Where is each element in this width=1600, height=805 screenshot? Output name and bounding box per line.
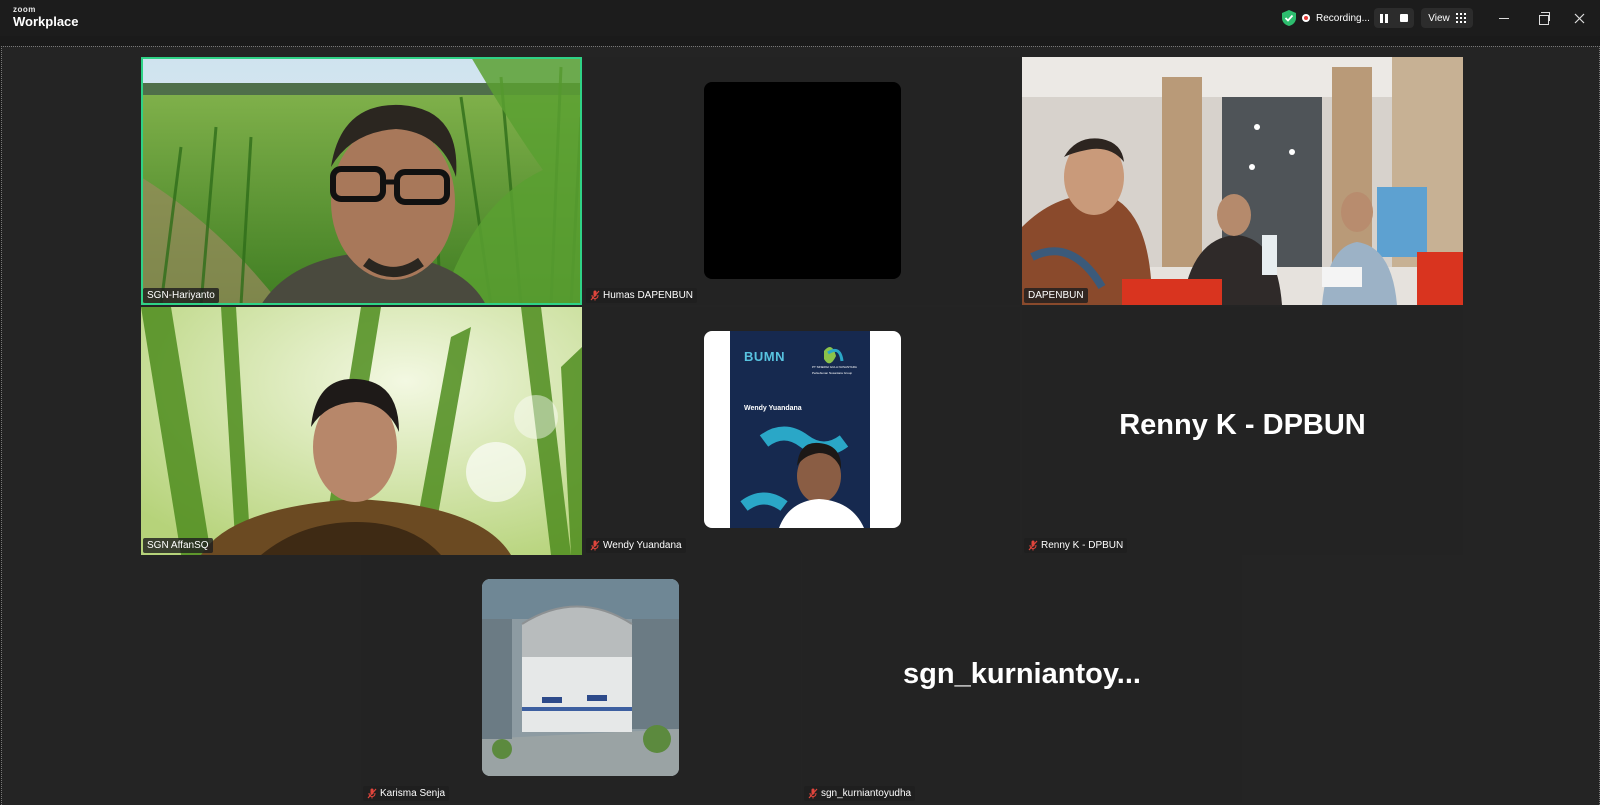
video-tile-sgn-kurniantoyudha[interactable]: sgn_kurniantoy... sgn_kurniantoyudha	[802, 555, 1242, 803]
video-tile-renny-k-dpbun[interactable]: Renny K - DPBUN Renny K - DPBUN	[1022, 307, 1463, 555]
video-tile-karisma-senja[interactable]: Karisma Senja	[361, 555, 801, 803]
participant-name-tag: sgn_kurniantoyudha	[804, 786, 916, 801]
recording-controls	[1374, 8, 1414, 28]
restore-icon	[1539, 11, 1550, 25]
stop-recording-icon[interactable]	[1400, 14, 1408, 22]
video-tile-wendy-yuandana[interactable]: BUMN PT SINERGI GULA NUSANTARA Perkebuna…	[584, 307, 1020, 555]
avatar-person-name: Wendy Yuandana	[744, 405, 802, 412]
view-label: View	[1428, 12, 1450, 24]
participant-name-tag: Humas DAPENBUN	[586, 288, 698, 303]
muted-microphone-icon	[1028, 540, 1038, 551]
participant-name-tag: SGN AffanSQ	[143, 538, 213, 553]
view-button[interactable]: View	[1421, 8, 1473, 28]
restore-button[interactable]	[1530, 6, 1558, 30]
video-tile-humas-dapenbun[interactable]: Humas DAPENBUN	[584, 57, 1020, 305]
zoom-workplace-logo: zoom Workplace	[13, 5, 79, 29]
participant-display-name: Renny K - DPBUN	[1119, 409, 1366, 441]
close-button[interactable]	[1565, 6, 1593, 30]
pause-recording-icon[interactable]	[1380, 13, 1388, 23]
participant-name-tag: Karisma Senja	[363, 786, 450, 801]
company-sub-label: Perkebunan Nusantara Group	[812, 371, 853, 375]
close-icon	[1574, 13, 1584, 23]
minimize-icon	[1499, 17, 1509, 19]
participant-name-tag: DAPENBUN	[1024, 288, 1088, 303]
video-tile-sgn-hariyanto[interactable]: SGN-Hariyanto	[141, 57, 582, 305]
grid-icon	[1455, 13, 1466, 23]
record-dot-icon	[1302, 14, 1310, 22]
video-gallery: SGN-Hariyanto Humas DAPENBUN DAPENBUN SG…	[1, 46, 1600, 805]
video-tile-sgn-affansq[interactable]: SGN AffanSQ	[141, 307, 582, 555]
participant-video	[141, 307, 582, 555]
participant-name-tag: Wendy Yuandana	[586, 538, 686, 553]
participant-avatar	[482, 579, 679, 776]
participant-avatar: BUMN PT SINERGI GULA NUSANTARA Perkebuna…	[704, 331, 901, 528]
title-bar: zoom Workplace Recording... View	[0, 0, 1600, 36]
company-label: PT SINERGI GULA NUSANTARA	[812, 365, 857, 369]
muted-microphone-icon	[367, 788, 377, 799]
participant-name-tag: SGN-Hariyanto	[143, 288, 219, 303]
bumn-logo: BUMN	[744, 349, 785, 364]
muted-microphone-icon	[590, 540, 600, 551]
video-tile-dapenbun[interactable]: DAPENBUN	[1022, 57, 1463, 305]
minimize-button[interactable]	[1490, 6, 1518, 30]
shield-icon[interactable]	[1281, 9, 1297, 27]
participant-avatar	[704, 82, 901, 279]
muted-microphone-icon	[808, 788, 818, 799]
participant-name-tag: Renny K - DPBUN	[1024, 538, 1128, 553]
participant-video	[1022, 57, 1463, 305]
muted-microphone-icon	[590, 290, 600, 301]
recording-indicator: Recording...	[1302, 10, 1370, 26]
participant-display-name: sgn_kurniantoy...	[903, 658, 1141, 690]
participant-video	[141, 57, 582, 305]
recording-label: Recording...	[1316, 12, 1370, 24]
